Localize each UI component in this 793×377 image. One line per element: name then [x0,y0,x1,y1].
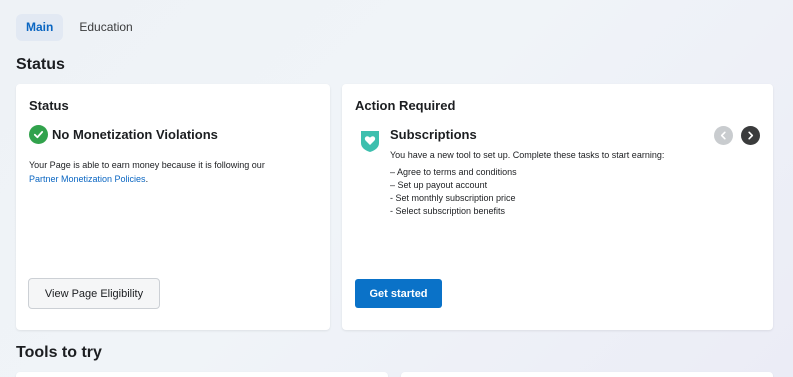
list-item: - Set monthly subscription price [390,193,516,203]
chevron-right-icon [746,127,755,145]
status-section-title: Status [16,56,65,73]
subscriptions-title: Subscriptions [390,127,477,142]
list-item: – Agree to terms and conditions [390,167,517,177]
list-item: – Set up payout account [390,180,488,190]
action-card-title: Action Required [355,98,456,113]
tool-card[interactable] [16,372,388,377]
status-description-text: Your Page is able to earn money because … [29,160,265,170]
next-button[interactable] [741,126,760,145]
view-page-eligibility-button[interactable]: View Page Eligibility [28,278,160,309]
tab-education[interactable]: Education [69,14,142,41]
status-description: Your Page is able to earn money because … [29,158,319,186]
monetization-status: No Monetization Violations [29,125,218,144]
tab-bar: Main Education [16,14,143,41]
action-required-card: Action Required Subscriptions You have a… [342,84,773,330]
tools-section-title: Tools to try [16,344,102,361]
subscriptions-description: You have a new tool to set up. Complete … [390,150,665,160]
status-check-label: No Monetization Violations [52,127,218,142]
partner-policies-link[interactable]: Partner Monetization Policies [29,174,146,184]
heart-shield-icon [359,129,381,158]
tool-card[interactable] [401,372,773,377]
check-circle-icon [29,125,48,144]
tab-main[interactable]: Main [16,14,64,41]
prev-button[interactable] [714,126,733,145]
status-card: Status No Monetization Violations Your P… [16,84,330,330]
status-card-title: Status [29,98,69,113]
get-started-button[interactable]: Get started [355,279,442,308]
policy-suffix: . [145,174,149,184]
chevron-left-icon [719,127,728,145]
task-list: – Agree to terms and conditions – Set up… [390,166,517,218]
list-item: - Select subscription benefits [390,206,506,216]
